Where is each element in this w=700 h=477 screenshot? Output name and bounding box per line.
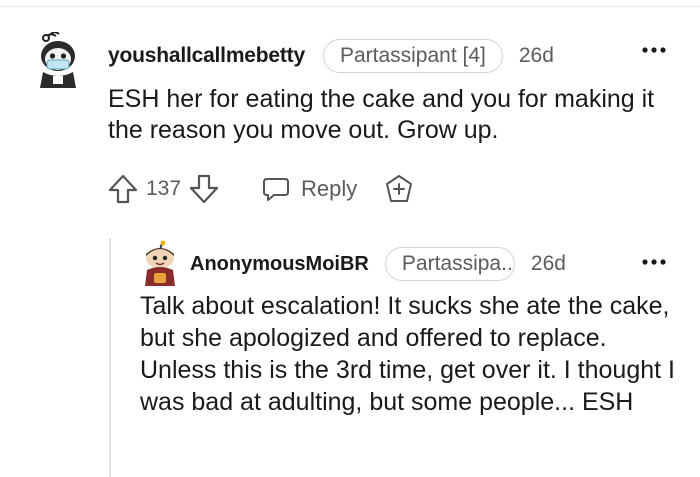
username[interactable]: AnonymousMoiBR bbox=[190, 253, 369, 276]
snoo-avatar-masked-icon[interactable] bbox=[34, 32, 82, 88]
comment-meta: youshallcallmebetty Partassipant [4] 26d bbox=[108, 39, 554, 73]
reply-body: Talk about escalation! It sucks she ate … bbox=[140, 292, 675, 416]
timestamp[interactable]: 26d bbox=[531, 252, 566, 276]
comment-body: ESH her for eating the cake and you for … bbox=[108, 85, 655, 144]
reply-meta: AnonymousMoiBR Partassipa... 26d bbox=[190, 247, 566, 281]
comment-actions: 137 Reply bbox=[106, 170, 415, 208]
reply-button[interactable]: Reply bbox=[261, 174, 357, 204]
user-flair: Partassipa... bbox=[384, 247, 515, 281]
reply-label: Reply bbox=[301, 176, 358, 201]
chat-bubble-icon bbox=[263, 178, 290, 201]
user-flair: Partassipant [4] bbox=[322, 39, 503, 73]
snoo-avatar-icon[interactable] bbox=[141, 240, 179, 286]
award-add-icon[interactable] bbox=[383, 173, 415, 205]
upvote-arrow-icon[interactable] bbox=[106, 172, 140, 206]
more-options-icon[interactable] bbox=[640, 252, 668, 272]
top-divider bbox=[0, 6, 700, 7]
thread-line[interactable] bbox=[109, 238, 111, 477]
username[interactable]: youshallcallmebetty bbox=[108, 44, 305, 68]
more-options-icon[interactable] bbox=[640, 40, 668, 60]
vote-count: 137 bbox=[146, 177, 182, 200]
downvote-arrow-icon[interactable] bbox=[187, 172, 221, 206]
timestamp[interactable]: 26d bbox=[519, 44, 554, 68]
